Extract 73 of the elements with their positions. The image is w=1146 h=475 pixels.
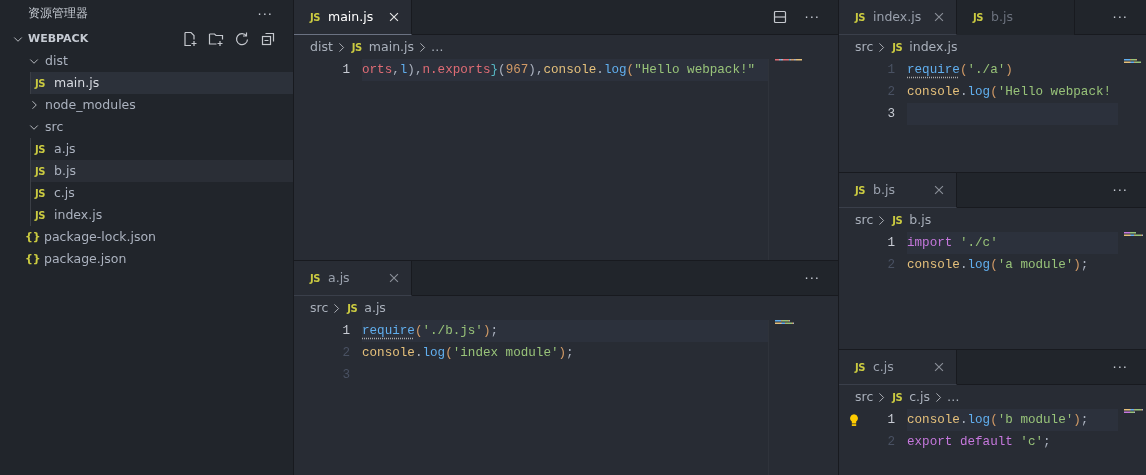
js-file-icon: JS bbox=[35, 141, 49, 157]
code-line: console.log('a module'); bbox=[907, 257, 1090, 274]
js-file-icon: JS bbox=[853, 9, 867, 25]
minimap bbox=[1124, 409, 1143, 413]
js-file-icon: JS bbox=[35, 185, 49, 201]
breadcrumb-item[interactable]: dist bbox=[310, 37, 333, 57]
breadcrumb-item[interactable]: JS b.js bbox=[890, 210, 932, 230]
file-item[interactable]: {} package.json bbox=[0, 248, 293, 270]
js-file-icon: JS bbox=[890, 389, 905, 405]
breadcrumb-item[interactable]: src bbox=[855, 210, 874, 230]
more-button[interactable]: ··· bbox=[800, 271, 824, 285]
json-file-icon: {} bbox=[25, 228, 39, 246]
line-number: 1 bbox=[886, 234, 895, 252]
split-editor-icon[interactable] bbox=[771, 9, 788, 25]
breadcrumb-item[interactable]: … bbox=[947, 387, 960, 407]
js-file-icon: JS bbox=[853, 182, 867, 198]
breadcrumb-item[interactable]: … bbox=[431, 37, 444, 57]
new-folder-icon[interactable] bbox=[208, 31, 224, 47]
editor-tab[interactable]: JS a.js bbox=[294, 261, 412, 296]
file-item[interactable]: JS c.js bbox=[31, 182, 293, 204]
js-file-icon: JS bbox=[308, 9, 322, 25]
editor-tab[interactable]: JS b.js bbox=[839, 173, 957, 208]
breadcrumb-item[interactable]: src bbox=[855, 387, 874, 407]
more-button[interactable]: ··· bbox=[1108, 360, 1132, 374]
js-file-icon: JS bbox=[890, 212, 905, 228]
js-file-icon: JS bbox=[349, 39, 364, 55]
js-file-icon: JS bbox=[971, 10, 985, 25]
file-item[interactable]: JS index.js bbox=[31, 204, 293, 226]
file-item[interactable]: JS main.js bbox=[31, 72, 293, 94]
more-button[interactable]: ··· bbox=[253, 7, 277, 21]
js-file-icon: JS bbox=[345, 300, 360, 316]
code-line: console.log('index module'); bbox=[362, 345, 575, 362]
breadcrumb-item[interactable]: src bbox=[855, 37, 874, 57]
file-item[interactable]: {} package-lock.json bbox=[0, 226, 293, 248]
folder-item[interactable]: node_modules bbox=[0, 94, 293, 116]
js-file-icon: JS bbox=[308, 270, 322, 286]
editor-tab[interactable]: JS main.js bbox=[294, 0, 412, 35]
section-header[interactable]: WEBPACK bbox=[12, 30, 89, 48]
sidebar-title: 资源管理器 bbox=[28, 5, 88, 23]
editor-tab[interactable]: JS c.js bbox=[839, 350, 957, 385]
line-number: 1 bbox=[886, 411, 895, 429]
close-icon[interactable] bbox=[387, 10, 401, 24]
folder-item[interactable]: dist bbox=[0, 50, 293, 72]
js-file-icon: JS bbox=[890, 39, 905, 55]
code-line: require('./a') bbox=[907, 62, 1014, 79]
editor-tab[interactable]: JS index.js bbox=[839, 0, 957, 35]
breadcrumb-item[interactable]: JS a.js bbox=[345, 298, 386, 318]
new-file-icon[interactable] bbox=[182, 31, 198, 47]
line-number: 3 bbox=[886, 105, 895, 123]
collapse-all-icon[interactable] bbox=[260, 31, 276, 47]
minimap bbox=[775, 320, 794, 324]
js-file-icon: JS bbox=[35, 75, 49, 91]
line-number: 1 bbox=[341, 61, 350, 79]
breadcrumb-item[interactable]: JS main.js bbox=[349, 37, 415, 57]
more-button[interactable]: ··· bbox=[800, 10, 824, 24]
js-file-icon: JS bbox=[35, 207, 49, 223]
file-item[interactable]: JS b.js bbox=[31, 160, 293, 182]
more-button[interactable]: ··· bbox=[1108, 10, 1132, 24]
file-item[interactable]: JS a.js bbox=[31, 138, 293, 160]
minimap bbox=[1124, 59, 1141, 63]
js-file-icon: JS bbox=[853, 359, 867, 375]
breadcrumb-item[interactable]: JS c.js bbox=[890, 387, 931, 407]
more-button[interactable]: ··· bbox=[1108, 183, 1132, 197]
code-line: export default 'c'; bbox=[907, 434, 1052, 451]
json-file-icon: {} bbox=[25, 250, 39, 268]
line-number: 1 bbox=[341, 322, 350, 340]
breadcrumb-item[interactable]: JS index.js bbox=[890, 37, 958, 57]
js-file-icon: JS bbox=[35, 163, 49, 179]
minimap bbox=[1124, 232, 1143, 236]
breadcrumb-item[interactable]: src bbox=[310, 298, 329, 318]
refresh-icon[interactable] bbox=[234, 31, 250, 47]
code-line: console.log('Hello webpack! bbox=[907, 84, 1113, 101]
folder-item[interactable]: src bbox=[0, 116, 293, 138]
